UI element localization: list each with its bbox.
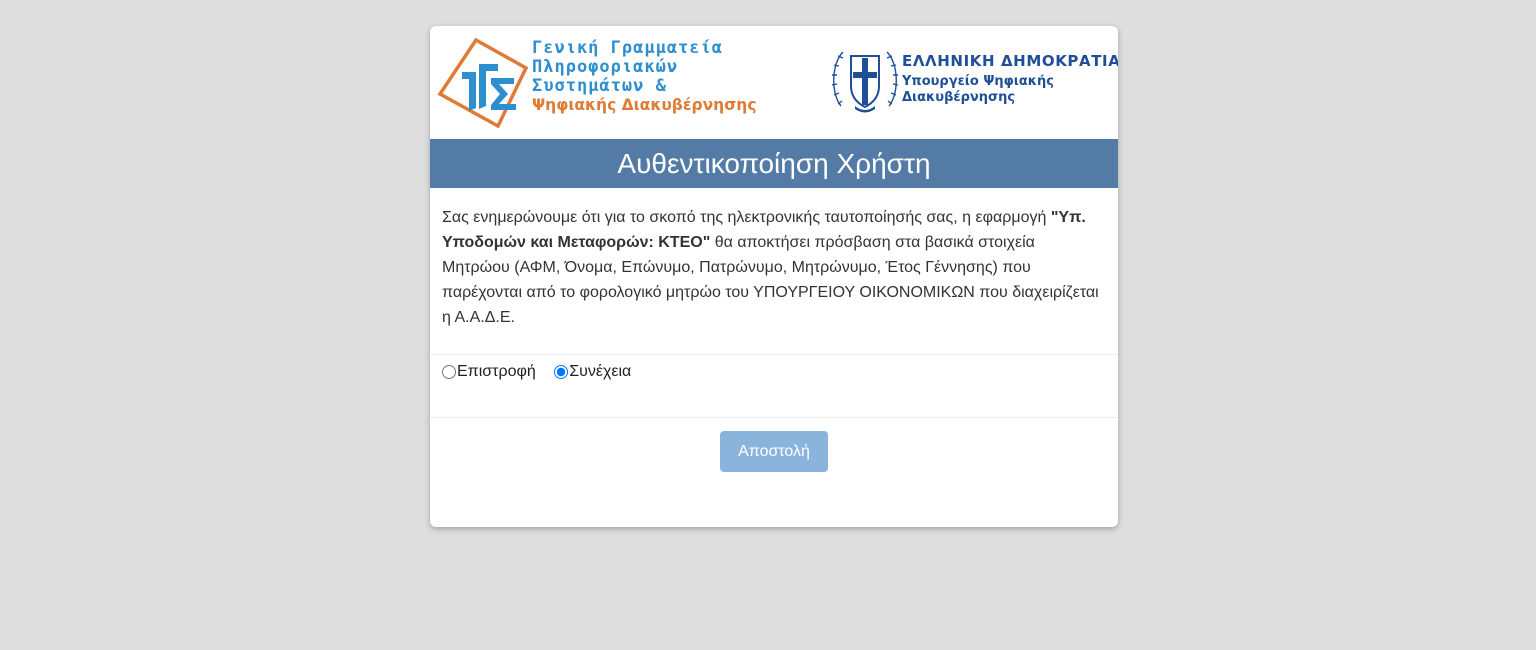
continue-radio[interactable] <box>554 365 569 379</box>
gsis-logo-line-2: Πληροφοριακών <box>532 57 679 77</box>
continue-option-label: Συνέχεια <box>569 363 632 380</box>
gsis-logo-text: Γενική Γραμματεία Πληροφοριακών Συστημάτ… <box>532 39 757 115</box>
page-title: Αυθεντικοποίηση Χρήστη <box>617 147 931 179</box>
page-title-banner: Αυθεντικοποίηση Χρήστη <box>430 139 1118 188</box>
info-text-part-1: Σας ενημερώνουμε ότι για το σκοπό της ηλ… <box>442 209 1051 226</box>
back-radio[interactable] <box>442 365 456 379</box>
gsis-logo-line-4: Ψηφιακής Διακυβέρνησης <box>532 96 757 114</box>
greek-emblem-icon <box>831 51 899 113</box>
consent-info-text: Σας ενημερώνουμε ότι για το σκοπό της ηλ… <box>430 188 1118 355</box>
back-option[interactable]: Επιστροφή <box>442 363 536 381</box>
form-actions: Αποστολή <box>430 418 1118 472</box>
consent-choices: Επιστροφή Συνέχεια <box>430 355 1118 418</box>
ministry-name-line-1: Υπουργείο Ψηφιακής <box>902 74 1054 89</box>
ministry-name-line-2: Διακυβέρνησης <box>902 90 1016 105</box>
submit-button[interactable]: Αποστολή <box>720 431 828 472</box>
auth-card: Γενική Γραμματεία Πληροφοριακών Συστημάτ… <box>430 26 1118 527</box>
gsis-logo-line-1: Γενική Γραμματεία <box>532 38 723 58</box>
gsis-logo-icon <box>437 38 528 128</box>
gsis-logo-line-3: Συστημάτων & <box>532 76 667 96</box>
back-option-label: Επιστροφή <box>457 363 536 380</box>
logo-header: Γενική Γραμματεία Πληροφοριακών Συστημάτ… <box>430 26 1118 139</box>
hellenic-republic-logo-text: ΕΛΛΗΝΙΚΗ ΔΗΜΟΚΡΑΤΙΑ Υπουργείο Ψηφιακής Δ… <box>902 52 1118 106</box>
continue-option[interactable]: Συνέχεια <box>554 363 631 381</box>
hellenic-republic-title: ΕΛΛΗΝΙΚΗ ΔΗΜΟΚΡΑΤΙΑ <box>902 52 1118 70</box>
